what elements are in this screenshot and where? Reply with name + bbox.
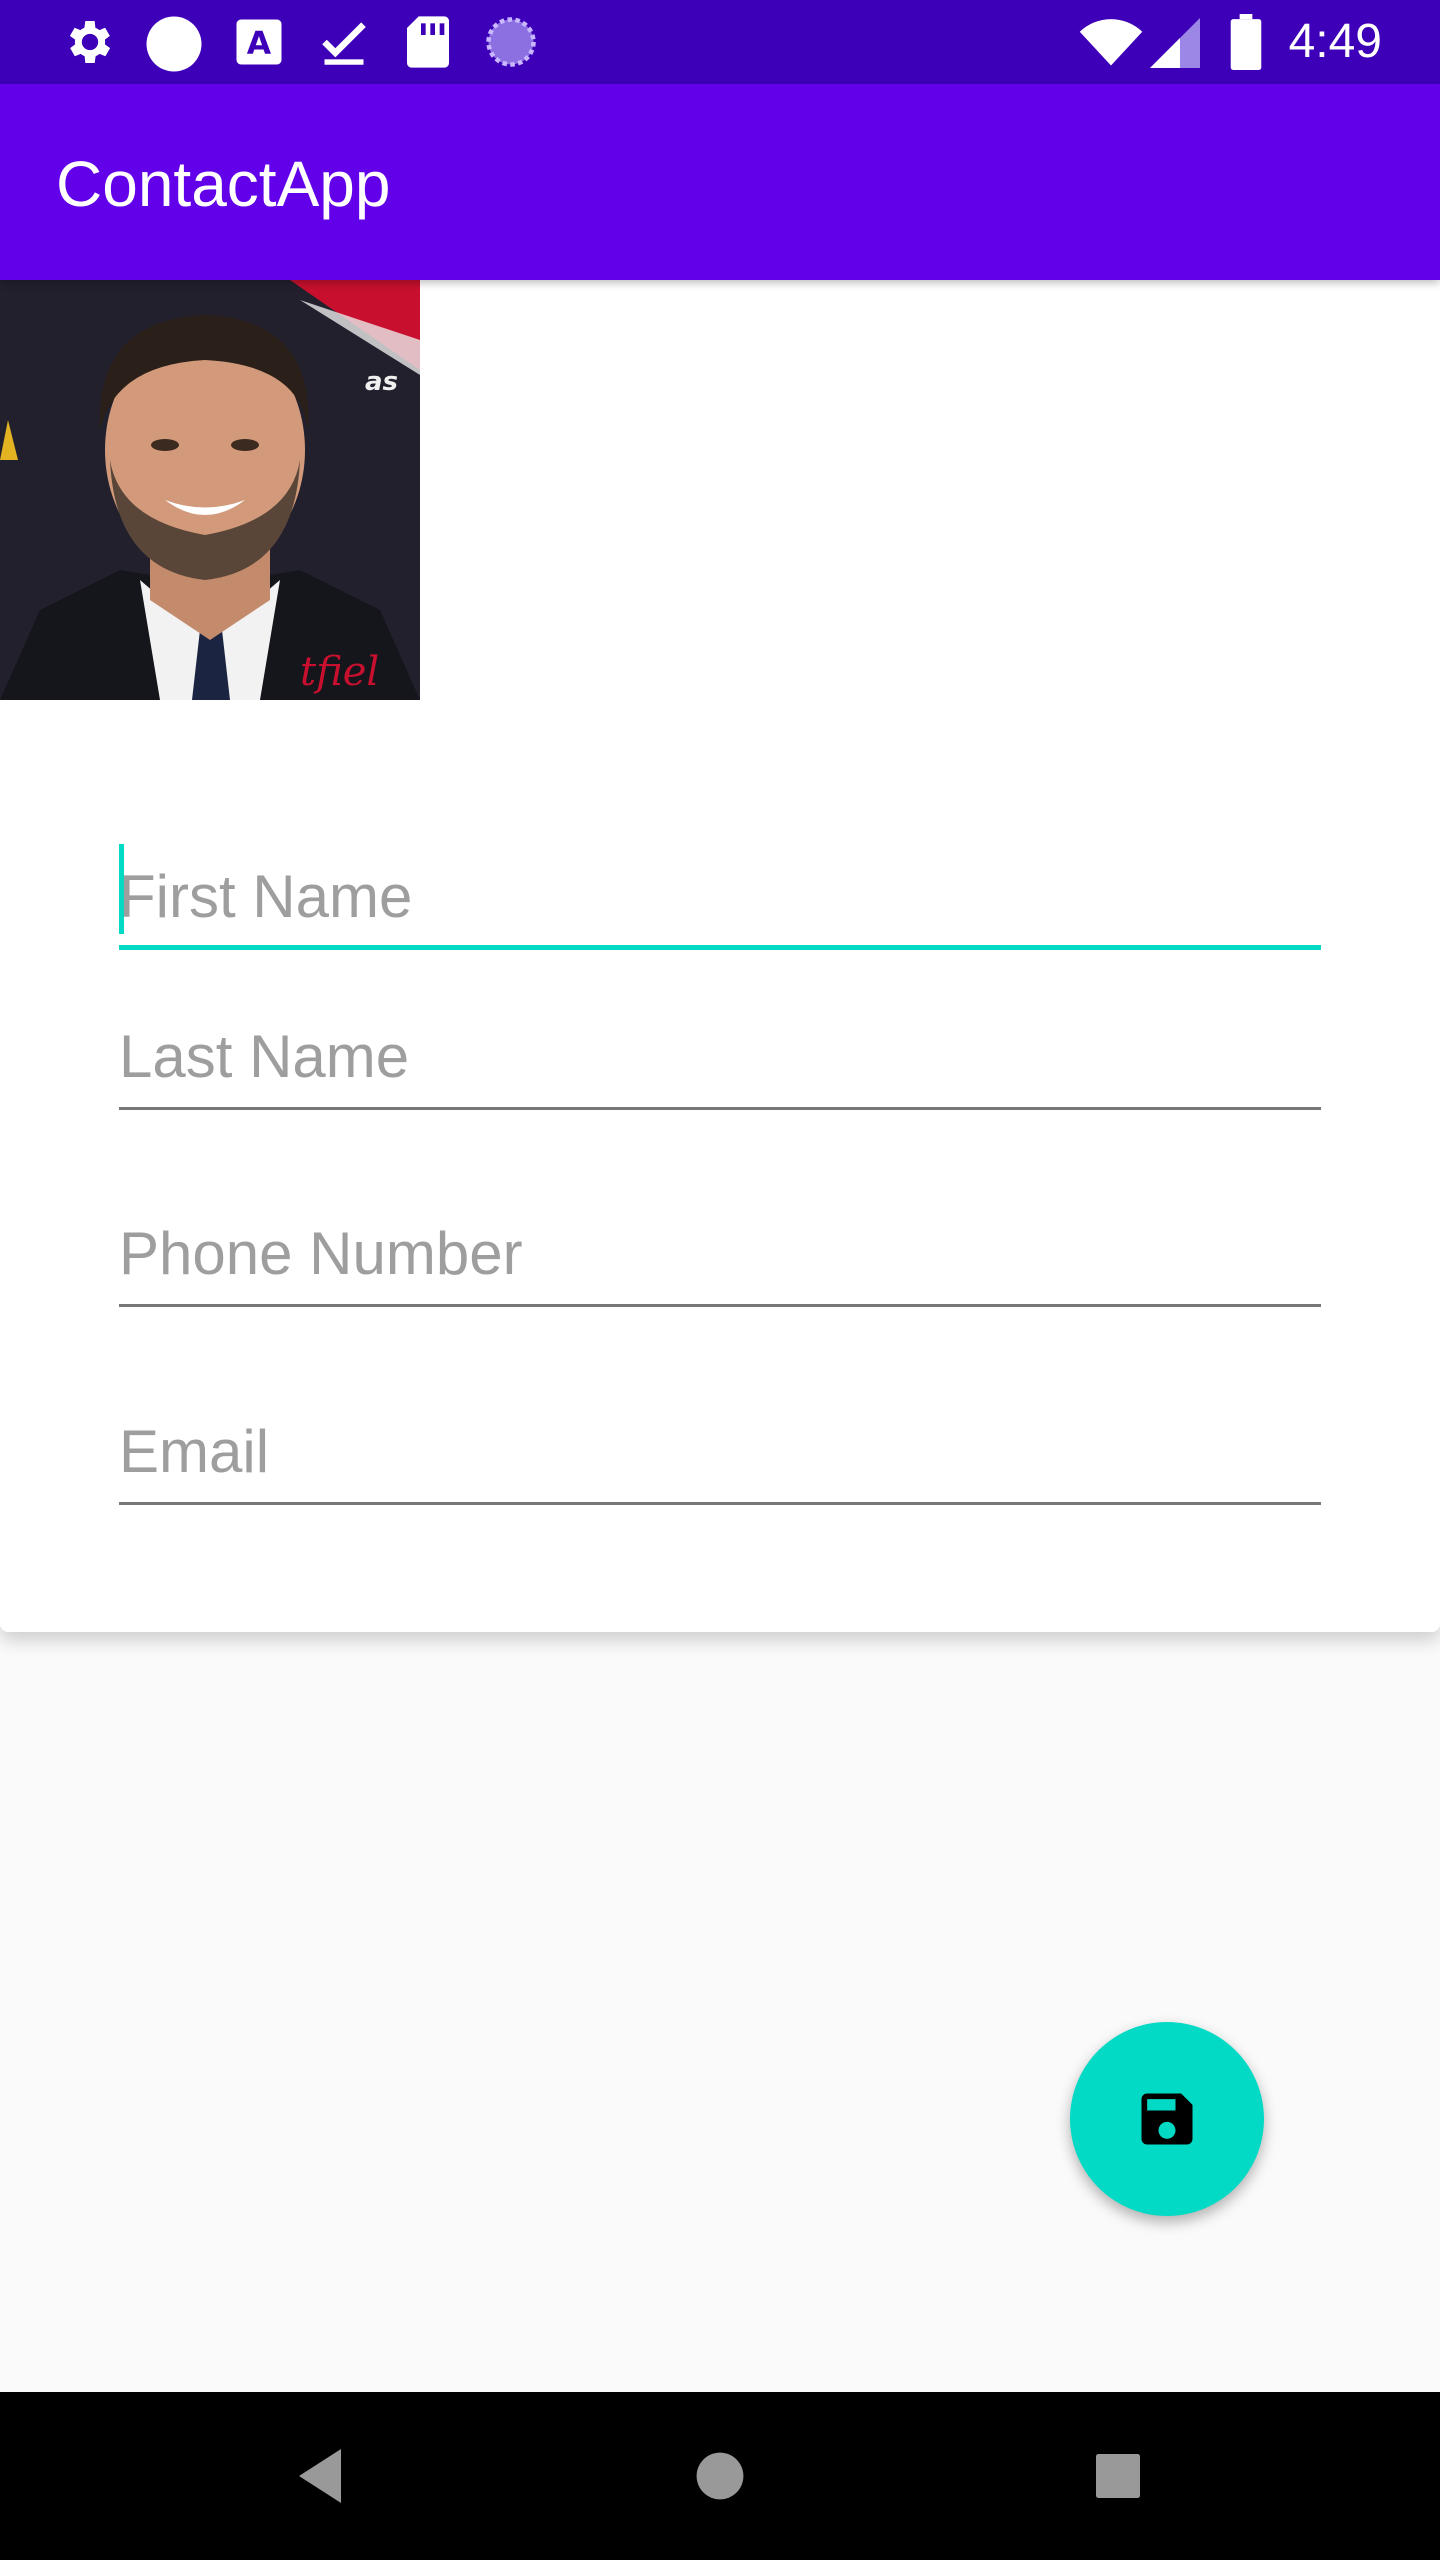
app-bar: ContactApp: [0, 84, 1440, 280]
home-icon[interactable]: [694, 2444, 746, 2512]
contact-form-card: tfiel as First Name Last Name Phone Numb…: [0, 280, 1440, 1632]
signal-icon: [1150, 18, 1200, 72]
email-underline: [119, 1502, 1321, 1505]
svg-text:tfiel: tfiel: [300, 649, 379, 695]
gear-icon: [62, 14, 118, 74]
circle-icon: [144, 14, 204, 78]
check-icon: [318, 14, 370, 74]
recents-icon[interactable]: [1096, 2444, 1140, 2512]
last-name-underline: [119, 1107, 1321, 1110]
back-icon[interactable]: [296, 2444, 344, 2512]
phone-number-underline: [119, 1304, 1321, 1307]
save-icon: [1141, 2093, 1193, 2145]
email-field[interactable]: Email: [119, 1395, 1321, 1505]
status-bar: A 4:49: [0, 0, 1440, 84]
first-name-field[interactable]: First Name: [119, 840, 1321, 950]
last-name-field[interactable]: Last Name: [119, 1000, 1321, 1110]
email-placeholder: Email: [119, 1418, 270, 1485]
last-name-placeholder: Last Name: [119, 1023, 410, 1090]
phone-number-field[interactable]: Phone Number: [119, 1197, 1321, 1307]
save-button[interactable]: [1070, 2022, 1264, 2216]
svg-text:as: as: [365, 367, 398, 397]
app-title: ContactApp: [56, 148, 391, 220]
phone-number-placeholder: Phone Number: [119, 1220, 523, 1287]
a-notification-icon: A: [232, 14, 286, 74]
loading-icon: [484, 14, 538, 74]
wifi-icon: [1078, 18, 1144, 72]
sd-card-icon: [404, 14, 452, 74]
navigation-bar: [0, 2392, 1440, 2560]
contact-photo[interactable]: tfiel as: [0, 280, 420, 700]
battery-icon: [1230, 14, 1262, 74]
first-name-placeholder: First Name: [119, 863, 413, 930]
status-time: 4:49: [1288, 15, 1382, 68]
first-name-underline: [119, 945, 1321, 950]
svg-text:A: A: [247, 25, 272, 61]
